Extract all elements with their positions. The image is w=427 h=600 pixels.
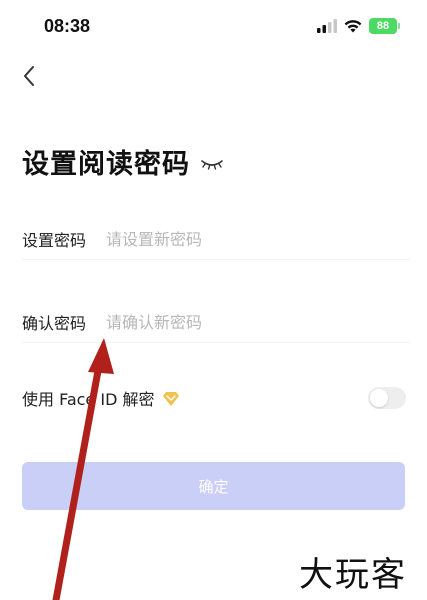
wifi-icon (344, 20, 362, 33)
back-chevron-icon (24, 66, 34, 86)
confirm-password-input[interactable] (106, 312, 396, 332)
face-id-label: 使用 Face ID 解密 (22, 390, 155, 409)
title-row: 设置阅读密码 (22, 142, 224, 181)
watermark: 大玩客 (299, 555, 407, 595)
set-password-input[interactable] (106, 229, 396, 249)
signal-icon (317, 19, 337, 33)
set-password-label: 设置密码 (22, 231, 87, 250)
back-button[interactable] (18, 60, 46, 92)
page-title: 设置阅读密码 (22, 149, 190, 180)
confirm-password-label: 确认密码 (22, 314, 87, 333)
status-icons: 88 (317, 18, 400, 34)
confirm-password-field: 确认密码 (22, 302, 410, 343)
face-id-toggle[interactable] (368, 387, 406, 409)
status-bar: 08:38 88 (0, 0, 427, 56)
annotation-arrow (52, 338, 114, 600)
battery-icon: 88 (369, 18, 400, 34)
status-time: 08:38 (44, 16, 91, 36)
set-password-field: 设置密码 (22, 219, 410, 260)
closed-eye-icon[interactable] (200, 157, 224, 171)
confirm-button[interactable]: 确定 (22, 462, 405, 510)
toggle-knob (370, 389, 388, 407)
vip-diamond-icon (163, 392, 180, 406)
face-id-row: 使用 Face ID 解密 (22, 382, 406, 414)
